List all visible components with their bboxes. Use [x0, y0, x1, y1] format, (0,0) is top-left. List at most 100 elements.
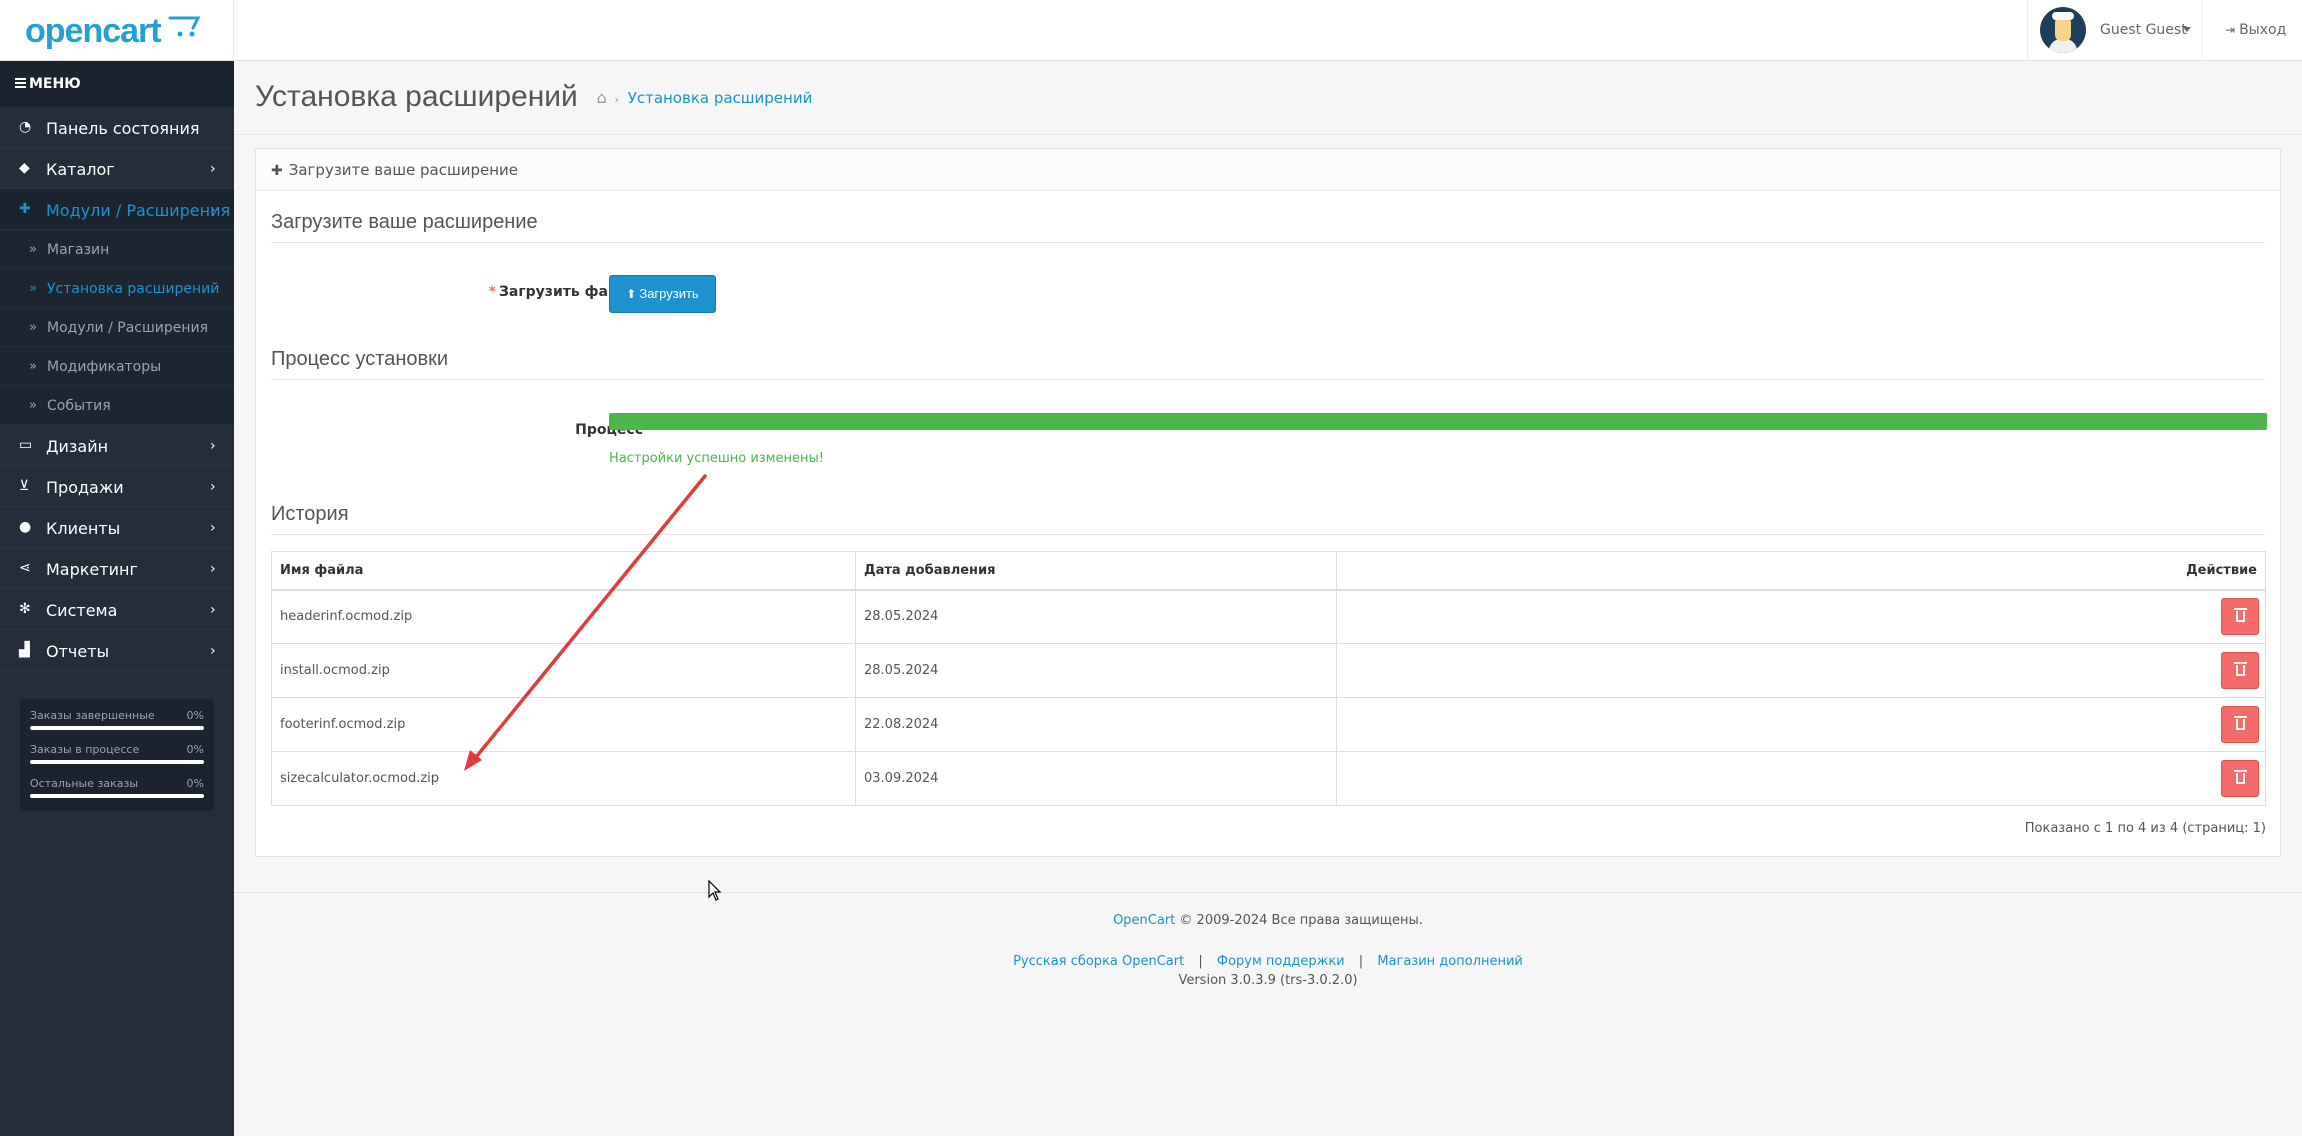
- chevron-right-icon: ›: [210, 479, 216, 495]
- footer-separator: |: [1358, 954, 1364, 969]
- bars-icon[interactable]: [15, 78, 26, 88]
- sidebar-subitem-extensions[interactable]: » Модули / Расширения: [0, 308, 234, 347]
- sidebar-subitem-label: Модули / Расширения: [47, 320, 209, 336]
- stat-value: 0%: [186, 777, 204, 790]
- angle-double-right-icon: »: [29, 281, 37, 296]
- progress-bar: [609, 413, 2267, 430]
- sidebar-item-label: Модули / Расширения: [46, 201, 231, 220]
- cell-date: 28.05.2024: [855, 643, 1337, 698]
- table-row: sizecalculator.ocmod.zip 03.09.2024: [271, 751, 2266, 806]
- footer-separator: |: [1198, 954, 1203, 969]
- angle-double-right-icon: »: [29, 359, 37, 374]
- angle-double-right-icon: »: [29, 320, 37, 335]
- puzzle-icon: ✚: [19, 201, 31, 217]
- opencart-logo[interactable]: opencart: [25, 12, 162, 51]
- logout-link[interactable]: ⇥ Выход: [2225, 22, 2286, 38]
- footer-link-ru-build[interactable]: Русская сборка OpenCart: [1013, 954, 1184, 969]
- sidebar-subitem-store[interactable]: » Магазин: [0, 230, 234, 269]
- trash-icon: [2234, 608, 2247, 623]
- pagination-text: Показано с 1 по 4 из 4 (страниц: 1): [2024, 821, 2266, 836]
- cell-action: [1336, 643, 2266, 698]
- cart-logo-icon: [168, 16, 201, 37]
- chevron-right-icon: ›: [210, 161, 216, 177]
- footer-links: Русская сборка OpenCart | Форум поддержк…: [234, 954, 2302, 969]
- sidebar-item-label: Система: [46, 601, 118, 620]
- sidebar-subitem-modifications[interactable]: » Модификаторы: [0, 347, 234, 386]
- sidebar-item-dashboard[interactable]: ◔ Панель состояния: [0, 107, 234, 148]
- footer-copyright-text: © 2009-2024 Все права защищены.: [1175, 913, 1423, 928]
- chevron-right-icon: ›: [210, 602, 216, 618]
- sidebar-item-sales[interactable]: ⊻ Продажи ›: [0, 466, 234, 507]
- sidebar-item-marketing[interactable]: ⋖ Маркетинг ›: [0, 548, 234, 589]
- progress-status-text: Настройки успешно изменены!: [609, 451, 825, 466]
- chevron-right-icon: ›: [210, 438, 216, 454]
- cell-date: 28.05.2024: [855, 589, 1337, 644]
- sidebar-item-catalog[interactable]: ◆ Каталог ›: [0, 148, 234, 189]
- footer-link-store[interactable]: Магазин дополнений: [1377, 954, 1523, 969]
- footer-copyright: OpenCart © 2009-2024 Все права защищены.: [234, 913, 2302, 928]
- tags-icon: ◆: [19, 160, 30, 176]
- process-legend: Процесс установки: [271, 348, 2265, 380]
- sidebar-subitem-installer[interactable]: » Установка расширений: [0, 269, 234, 308]
- sidebar-item-design[interactable]: ▭ Дизайн ›: [0, 425, 234, 466]
- sidebar-item-label: Отчеты: [46, 642, 110, 661]
- panel-title: Загрузите ваше расширение: [288, 161, 519, 179]
- sidebar-subitem-events[interactable]: » События: [0, 386, 234, 425]
- upload-button-label: Загрузить: [639, 286, 699, 301]
- user-menu[interactable]: Guest Guest: [2027, 0, 2203, 61]
- user-name: Guest Guest: [2100, 22, 2187, 38]
- footer-version: Version 3.0.3.9 (trs-3.0.2.0): [1178, 973, 1358, 988]
- stat-value: 0%: [186, 743, 204, 756]
- sidebar-item-label: Каталог: [46, 160, 115, 179]
- history-legend: История: [271, 503, 2265, 535]
- sidebar-item-reports[interactable]: ▟ Отчеты ›: [0, 630, 234, 671]
- divider: [234, 134, 2302, 135]
- sidebar-item-system[interactable]: ✻ Система ›: [0, 589, 234, 630]
- cell-filename: sizecalculator.ocmod.zip: [271, 751, 856, 806]
- chevron-right-icon: ›: [210, 520, 216, 536]
- delete-button[interactable]: [2221, 652, 2259, 689]
- user-icon: ●: [19, 519, 32, 535]
- breadcrumb: ⌂ › Установка расширений: [597, 88, 813, 107]
- sidebar-item-label: Клиенты: [46, 519, 121, 538]
- sidebar-item-customers[interactable]: ● Клиенты ›: [0, 507, 234, 548]
- footer-brand-link[interactable]: OpenCart: [1113, 913, 1175, 928]
- monitor-icon: ▭: [19, 437, 33, 453]
- trash-icon: [2234, 770, 2247, 784]
- column-header-filename: Имя файла: [271, 551, 856, 591]
- sidebar-item-label: Панель состояния: [46, 119, 200, 138]
- cell-action: [1336, 589, 2266, 644]
- cell-date: 22.08.2024: [855, 697, 1337, 752]
- column-header-action: Действие: [1336, 551, 2266, 591]
- menu-label: МЕНЮ: [29, 76, 81, 92]
- upload-legend: Загрузите ваше расширение: [271, 211, 2265, 243]
- home-icon[interactable]: ⌂: [597, 88, 607, 107]
- stat-progress-bar: [30, 794, 204, 798]
- upload-button[interactable]: ⬆ Загрузить: [609, 275, 716, 313]
- top-header: opencart Guest Guest ⇥ Выход: [0, 0, 2302, 61]
- cell-filename: footerinf.ocmod.zip: [271, 697, 856, 752]
- trash-icon: [2234, 716, 2247, 730]
- bar-chart-icon: ▟: [19, 642, 30, 658]
- cell-filename: headerinf.ocmod.zip: [271, 589, 856, 644]
- trash-icon: [2234, 662, 2247, 676]
- puzzle-icon: ✚: [271, 163, 283, 179]
- footer-link-forum[interactable]: Форум поддержки: [1217, 954, 1345, 969]
- gear-icon: ✻: [19, 601, 31, 617]
- sidebar-item-extensions[interactable]: ✚ Модули / Расширения ›: [0, 189, 234, 230]
- delete-button[interactable]: [2221, 760, 2259, 797]
- delete-button[interactable]: [2221, 706, 2259, 743]
- breadcrumb-separator: ›: [614, 93, 619, 106]
- page-header: Установка расширений ⌂ › Установка расши…: [255, 80, 812, 114]
- upload-icon: ⬆: [626, 287, 637, 301]
- logout-label: Выход: [2239, 22, 2287, 38]
- cell-action: [1336, 751, 2266, 806]
- delete-button[interactable]: [2221, 598, 2259, 636]
- sign-out-icon: ⇥: [2225, 23, 2236, 37]
- sidebar-subitem-label: Установка расширений: [47, 281, 220, 297]
- sidebar: МЕНЮ ◔ Панель состояния ◆ Каталог › ✚ Мо…: [0, 61, 234, 1136]
- stat-label: Заказы в процессе: [30, 743, 140, 756]
- stat-complete: Заказы завершенные 0%: [30, 709, 204, 743]
- breadcrumb-current[interactable]: Установка расширений: [628, 89, 813, 107]
- sidebar-item-label: Маркетинг: [46, 560, 138, 579]
